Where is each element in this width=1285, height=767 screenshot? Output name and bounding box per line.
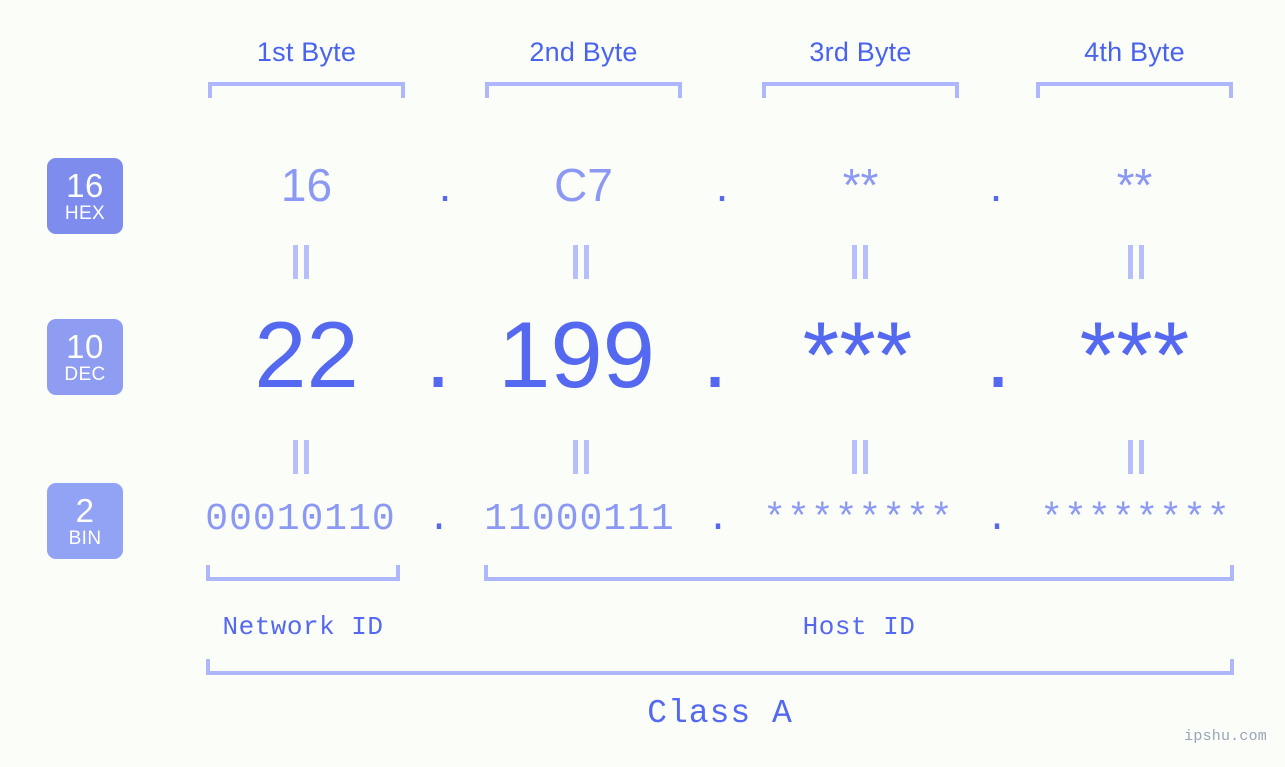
byte-header-label-2: 2nd Byte (529, 37, 638, 67)
base-badge-dec-name: DEC (64, 364, 106, 385)
equals-hex-dec-3 (847, 245, 873, 279)
class-bracket (206, 659, 1234, 675)
byte-bracket-top-2 (485, 82, 682, 98)
byte-header-label-4: 4th Byte (1084, 37, 1185, 67)
bin-separator-3: . (985, 498, 1009, 541)
dec-byte-2: 199 (498, 302, 655, 407)
byte-header-label-3: 3rd Byte (809, 37, 912, 67)
hex-byte-4: ** (1116, 159, 1153, 211)
equals-hex-dec-2 (568, 245, 594, 279)
byte-header-label-1: 1st Byte (256, 37, 357, 67)
bin-byte-4: ******** (1040, 498, 1231, 541)
equals-dec-bin-1 (288, 440, 314, 474)
base-badge-bin: 2 BIN (47, 483, 123, 559)
hex-byte-3: ** (842, 159, 879, 211)
dec-byte-4: *** (1079, 302, 1190, 407)
equals-dec-bin-2 (568, 440, 594, 474)
hex-separator-3: . (989, 159, 1003, 211)
bin-byte-3: ******** (763, 498, 954, 541)
hex-separator-2: . (715, 159, 729, 211)
equals-hex-dec-4 (1123, 245, 1149, 279)
byte-bracket-top-3 (762, 82, 959, 98)
equals-dec-bin-4 (1123, 440, 1149, 474)
bin-byte-2: 11000111 (484, 498, 675, 541)
base-badge-hex: 16 HEX (47, 158, 123, 234)
dec-byte-3: *** (802, 302, 913, 407)
base-badge-hex-number: 16 (66, 167, 104, 204)
class-label: Class A (647, 695, 793, 732)
equals-hex-dec-1 (288, 245, 314, 279)
hex-byte-2: C7 (554, 159, 613, 211)
dec-separator-1: . (424, 302, 452, 407)
base-badge-bin-number: 2 (75, 492, 95, 529)
hex-byte-1: 16 (280, 159, 333, 211)
byte-bracket-top-1 (208, 82, 405, 98)
host-id-label: Host ID (802, 612, 916, 642)
base-badge-bin-name: BIN (68, 528, 102, 549)
equals-dec-bin-3 (847, 440, 873, 474)
network-id-label: Network ID (222, 612, 384, 642)
dec-separator-2: . (701, 302, 729, 407)
ip-address-breakdown-diagram: 1st Byte 2nd Byte 3rd Byte 4th Byte 16 H… (0, 0, 1285, 767)
base-badge-dec-number: 10 (66, 328, 104, 365)
bin-separator-1: . (427, 498, 451, 541)
base-badge-dec: 10 DEC (47, 319, 123, 395)
dec-separator-3: . (984, 302, 1012, 407)
bin-separator-2: . (706, 498, 730, 541)
bin-byte-1: 00010110 (205, 498, 396, 541)
host-id-bracket (484, 565, 1234, 581)
base-badge-hex-name: HEX (64, 203, 106, 224)
network-id-bracket (206, 565, 400, 581)
dec-byte-1: 22 (254, 302, 359, 407)
site-watermark: ipshu.com (1184, 728, 1267, 745)
hex-separator-1: . (438, 159, 452, 211)
byte-bracket-top-4 (1036, 82, 1233, 98)
